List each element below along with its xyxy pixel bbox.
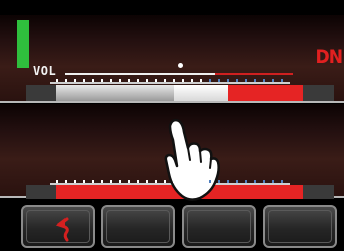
scale-tick bbox=[128, 180, 130, 183]
scale-tick bbox=[218, 180, 220, 183]
scale-tick bbox=[74, 79, 76, 82]
scale-tick bbox=[56, 79, 58, 82]
panel-divider bbox=[0, 101, 344, 103]
scale-tick bbox=[101, 79, 103, 82]
scale-tick bbox=[83, 180, 85, 183]
scale-tick bbox=[146, 180, 148, 183]
scale-tick bbox=[173, 79, 175, 82]
softkey-frame bbox=[268, 210, 332, 243]
softkey-3-button[interactable] bbox=[182, 205, 256, 248]
scale-tick bbox=[272, 79, 274, 82]
scale-tick bbox=[182, 79, 184, 82]
scale-top bbox=[50, 82, 290, 84]
meter-segment-silver bbox=[56, 85, 174, 101]
softkey-2-button[interactable] bbox=[101, 205, 175, 248]
scale-tick bbox=[209, 180, 211, 183]
scale-tick bbox=[65, 79, 67, 82]
scale-tick bbox=[281, 180, 283, 183]
meter-segment-red bbox=[228, 85, 303, 101]
scale-tick bbox=[119, 79, 121, 82]
tap-hand-icon bbox=[164, 118, 220, 201]
radio-display: DN VOL bbox=[0, 0, 344, 251]
volume-slider-remainder bbox=[215, 73, 293, 75]
scale-tick bbox=[137, 79, 139, 82]
meter-segment-white bbox=[174, 85, 228, 101]
scale-tick bbox=[92, 180, 94, 183]
scale-tick bbox=[200, 79, 202, 82]
volume-slider-knob[interactable] bbox=[178, 63, 183, 68]
scale-tick bbox=[74, 180, 76, 183]
scale-tick bbox=[92, 79, 94, 82]
scale-tick bbox=[281, 79, 283, 82]
scale-tick bbox=[110, 79, 112, 82]
scale-tick bbox=[119, 180, 121, 183]
scale-tick bbox=[155, 79, 157, 82]
signal-strength-bar bbox=[17, 20, 29, 68]
scale-tick bbox=[137, 180, 139, 183]
scale-tick bbox=[245, 180, 247, 183]
softkey-4-button[interactable] bbox=[263, 205, 337, 248]
scale-tick bbox=[227, 180, 229, 183]
scale-tick bbox=[263, 79, 265, 82]
softkey-frame bbox=[187, 210, 251, 243]
scale-tick bbox=[209, 79, 211, 82]
back-arrow-icon bbox=[55, 217, 69, 242]
scale-tick bbox=[254, 180, 256, 183]
scale-tick bbox=[173, 180, 175, 183]
scale-tick bbox=[155, 180, 157, 183]
volume-label: VOL bbox=[33, 64, 57, 78]
scale-tick bbox=[164, 180, 166, 183]
scale-tick bbox=[65, 180, 67, 183]
mode-badge: DN bbox=[315, 46, 343, 68]
scale-tick bbox=[83, 79, 85, 82]
scale-tick bbox=[128, 79, 130, 82]
level-meter-top[interactable] bbox=[26, 85, 334, 101]
scale-tick bbox=[272, 180, 274, 183]
scale-tick bbox=[101, 180, 103, 183]
volume-slider-track[interactable] bbox=[65, 73, 215, 75]
scale-tick bbox=[191, 79, 193, 82]
scale-tick bbox=[254, 79, 256, 82]
scale-tick bbox=[245, 79, 247, 82]
scale-tick bbox=[182, 180, 184, 183]
scale-tick bbox=[236, 79, 238, 82]
scale-tick bbox=[191, 180, 193, 183]
scale-tick bbox=[110, 180, 112, 183]
softkey-frame bbox=[106, 210, 170, 243]
scale-tick bbox=[236, 180, 238, 183]
scale-tick bbox=[200, 180, 202, 183]
scale-tick bbox=[56, 180, 58, 183]
scale-tick bbox=[263, 180, 265, 183]
scale-tick bbox=[218, 79, 220, 82]
scale-tick bbox=[164, 79, 166, 82]
scale-tick bbox=[146, 79, 148, 82]
softkey-back-button[interactable] bbox=[21, 205, 95, 248]
scale-tick bbox=[227, 79, 229, 82]
